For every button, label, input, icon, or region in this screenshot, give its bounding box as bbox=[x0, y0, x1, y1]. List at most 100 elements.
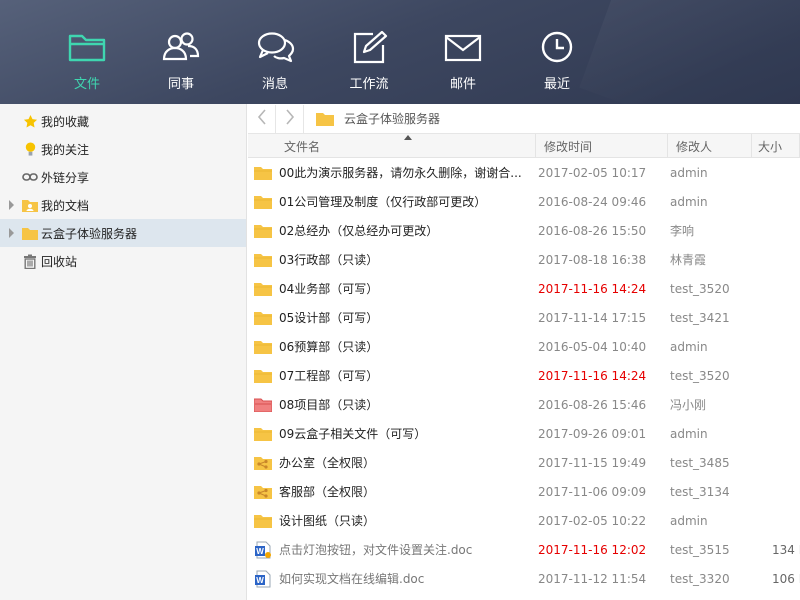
sidebar-item-label: 我的关注 bbox=[41, 142, 90, 157]
sidebar-item-favorites[interactable]: 我的收藏 bbox=[0, 107, 246, 135]
file-name-cell[interactable]: 办公室（全权限） bbox=[248, 448, 536, 477]
modified-time-cell: 2017-02-05 10:17 bbox=[538, 165, 647, 180]
modified-time-cell: 2017-11-16 14:24 bbox=[538, 368, 647, 383]
expand-arrow-icon[interactable] bbox=[9, 200, 14, 210]
modified-time-cell: 2016-08-26 15:50 bbox=[538, 223, 647, 238]
column-header-modifier[interactable]: 修改人 bbox=[668, 134, 752, 158]
file-name: 03行政部（只读） bbox=[279, 253, 379, 267]
modifier-cell: test_3134 bbox=[670, 484, 730, 499]
table-row[interactable]: 04业务部（可写） 2017-11-16 14:24 test_3520 bbox=[248, 274, 800, 303]
shared-folder-icon bbox=[254, 454, 272, 472]
table-row[interactable]: 客服部（全权限） 2017-11-06 09:09 test_3134 bbox=[248, 477, 800, 506]
table-row[interactable]: 01公司管理及制度（仅行政部可更改） 2016-08-24 09:46 admin bbox=[248, 187, 800, 216]
sidebar-item-my-documents[interactable]: 我的文档 bbox=[0, 191, 246, 219]
file-name-cell[interactable]: 设计图纸（只读） bbox=[248, 506, 536, 535]
nav-messages[interactable]: 消息 bbox=[228, 0, 322, 104]
modifier-cell: test_3421 bbox=[670, 310, 730, 325]
sidebar-item-label: 我的文档 bbox=[41, 198, 90, 213]
nav-files[interactable]: 文件 bbox=[40, 0, 134, 104]
table-row[interactable]: 05设计部（可写） 2017-11-14 17:15 test_3421 bbox=[248, 303, 800, 332]
folder-icon bbox=[254, 425, 272, 443]
file-name-cell[interactable]: 00此为演示服务器，请勿永久删除，谢谢合... bbox=[248, 158, 536, 187]
file-name-cell[interactable]: 客服部（全权限） bbox=[248, 477, 536, 506]
table-row[interactable]: 办公室（全权限） 2017-11-15 19:49 test_3485 bbox=[248, 448, 800, 477]
table-row[interactable]: 08项目部（只读） 2016-08-26 15:46 冯小刚 bbox=[248, 390, 800, 419]
nav-recent-label: 最近 bbox=[543, 77, 570, 92]
nav-colleagues-label: 同事 bbox=[167, 77, 194, 92]
table-row[interactable]: 设计图纸（只读） 2017-02-05 10:22 admin bbox=[248, 506, 800, 535]
nav-recent[interactable]: 最近 bbox=[510, 0, 604, 104]
sidebar: 我的收藏 我的关注 外链分享 我的文档 云盒子体验服务器 回收站 bbox=[0, 104, 247, 600]
modifier-cell: test_3320 bbox=[670, 571, 730, 586]
size-cell bbox=[752, 187, 800, 216]
sort-ascending-icon bbox=[404, 135, 412, 140]
size-cell bbox=[752, 419, 800, 448]
table-row[interactable]: 07工程部（可写） 2017-11-16 14:24 test_3520 bbox=[248, 361, 800, 390]
modifier-cell: test_3520 bbox=[670, 281, 730, 296]
file-name: 00此为演示服务器，请勿永久删除，谢谢合... bbox=[279, 166, 522, 180]
nav-workflow-label: 工作流 bbox=[349, 77, 389, 92]
modifier-cell: admin bbox=[670, 513, 708, 528]
sidebar-item-link-share[interactable]: 外链分享 bbox=[0, 163, 246, 191]
back-button[interactable] bbox=[248, 104, 276, 133]
file-name-cell[interactable]: 06预算部（只读） bbox=[248, 332, 536, 361]
file-name: 02总经办（仅总经办可更改） bbox=[279, 224, 439, 238]
file-name-cell[interactable]: 03行政部（只读） bbox=[248, 245, 536, 274]
file-name: 设计图纸（只读） bbox=[279, 514, 376, 528]
file-name: 06预算部（只读） bbox=[279, 340, 379, 354]
file-name-cell[interactable]: W 如何实现文档在线编辑.doc bbox=[248, 564, 536, 593]
folder-icon bbox=[254, 309, 272, 327]
column-header-name[interactable]: 文件名 bbox=[248, 134, 536, 158]
forward-button[interactable] bbox=[276, 104, 304, 133]
breadcrumb[interactable]: 云盒子体验服务器 bbox=[344, 110, 440, 127]
modified-time-cell: 2016-05-04 10:40 bbox=[538, 339, 647, 354]
file-name-cell[interactable]: W 点击灯泡按钮，对文件设置关注.doc bbox=[248, 535, 536, 564]
expand-arrow-icon[interactable] bbox=[9, 228, 14, 238]
folder-icon bbox=[316, 112, 334, 126]
table-row[interactable]: 00此为演示服务器，请勿永久删除，谢谢合... 2017-02-05 10:17 a… bbox=[248, 158, 800, 187]
column-header-modified-time[interactable]: 修改时间 bbox=[536, 134, 668, 158]
chat-bubbles-icon bbox=[255, 30, 295, 67]
size-cell bbox=[752, 245, 800, 274]
edit-icon bbox=[349, 30, 389, 67]
restricted-folder-icon bbox=[254, 396, 272, 414]
file-name-cell[interactable]: 07工程部（可写） bbox=[248, 361, 536, 390]
sidebar-item-cloudbox-server[interactable]: 云盒子体验服务器 bbox=[0, 219, 246, 247]
table-row[interactable]: 06预算部（只读） 2016-05-04 10:40 admin bbox=[248, 332, 800, 361]
nav-workflow[interactable]: 工作流 bbox=[322, 0, 416, 104]
modifier-cell: admin bbox=[670, 165, 708, 180]
nav-mail[interactable]: 邮件 bbox=[416, 0, 510, 104]
main-nav: 文件 同事 消息 工作流 邮件 最近 bbox=[40, 0, 604, 104]
nav-colleagues[interactable]: 同事 bbox=[134, 0, 228, 104]
table-row[interactable]: 09云盒子相关文件（可写） 2017-09-26 09:01 admin bbox=[248, 419, 800, 448]
file-name-cell[interactable]: 01公司管理及制度（仅行政部可更改） bbox=[248, 187, 536, 216]
modified-time-cell: 2017-11-16 12:02 bbox=[538, 542, 647, 557]
clock-icon bbox=[537, 30, 577, 67]
sidebar-item-following[interactable]: 我的关注 bbox=[0, 135, 246, 163]
shared-folder-icon bbox=[254, 483, 272, 501]
sidebar-item-recycle-bin[interactable]: 回收站 bbox=[0, 247, 246, 275]
word-doc-icon: W bbox=[254, 570, 272, 588]
path-bar: 云盒子体验服务器 bbox=[248, 104, 800, 134]
file-name-cell[interactable]: 08项目部（只读） bbox=[248, 390, 536, 419]
chevron-left-icon bbox=[256, 109, 268, 128]
file-name-cell[interactable]: 09云盒子相关文件（可写） bbox=[248, 419, 536, 448]
colleagues-icon bbox=[161, 30, 201, 67]
modifier-cell: test_3485 bbox=[670, 455, 730, 470]
modified-time-cell: 2017-08-18 16:38 bbox=[538, 252, 647, 267]
table-row[interactable]: W 点击灯泡按钮，对文件设置关注.doc 2017-11-16 12:02 test_… bbox=[248, 535, 800, 564]
sidebar-item-label: 回收站 bbox=[41, 254, 78, 269]
modifier-cell: admin bbox=[670, 339, 708, 354]
file-name-cell[interactable]: 05设计部（可写） bbox=[248, 303, 536, 332]
table-row[interactable]: 03行政部（只读） 2017-08-18 16:38 林青霞 bbox=[248, 245, 800, 274]
size-cell: 106 K bbox=[772, 571, 800, 586]
table-row[interactable]: 02总经办（仅总经办可更改） 2016-08-26 15:50 李响 bbox=[248, 216, 800, 245]
table-row[interactable]: W 如何实现文档在线编辑.doc 2017-11-12 11:54 test_3320… bbox=[248, 564, 800, 593]
folder-icon bbox=[254, 280, 272, 298]
file-name: 09云盒子相关文件（可写） bbox=[279, 427, 427, 441]
file-name-cell[interactable]: 04业务部（可写） bbox=[248, 274, 536, 303]
top-navigation-bar: 文件 同事 消息 工作流 邮件 最近 bbox=[0, 0, 800, 104]
column-header-size[interactable]: 大小 bbox=[752, 134, 800, 158]
file-name-cell[interactable]: 02总经办（仅总经办可更改） bbox=[248, 216, 536, 245]
folder-icon bbox=[254, 222, 272, 240]
